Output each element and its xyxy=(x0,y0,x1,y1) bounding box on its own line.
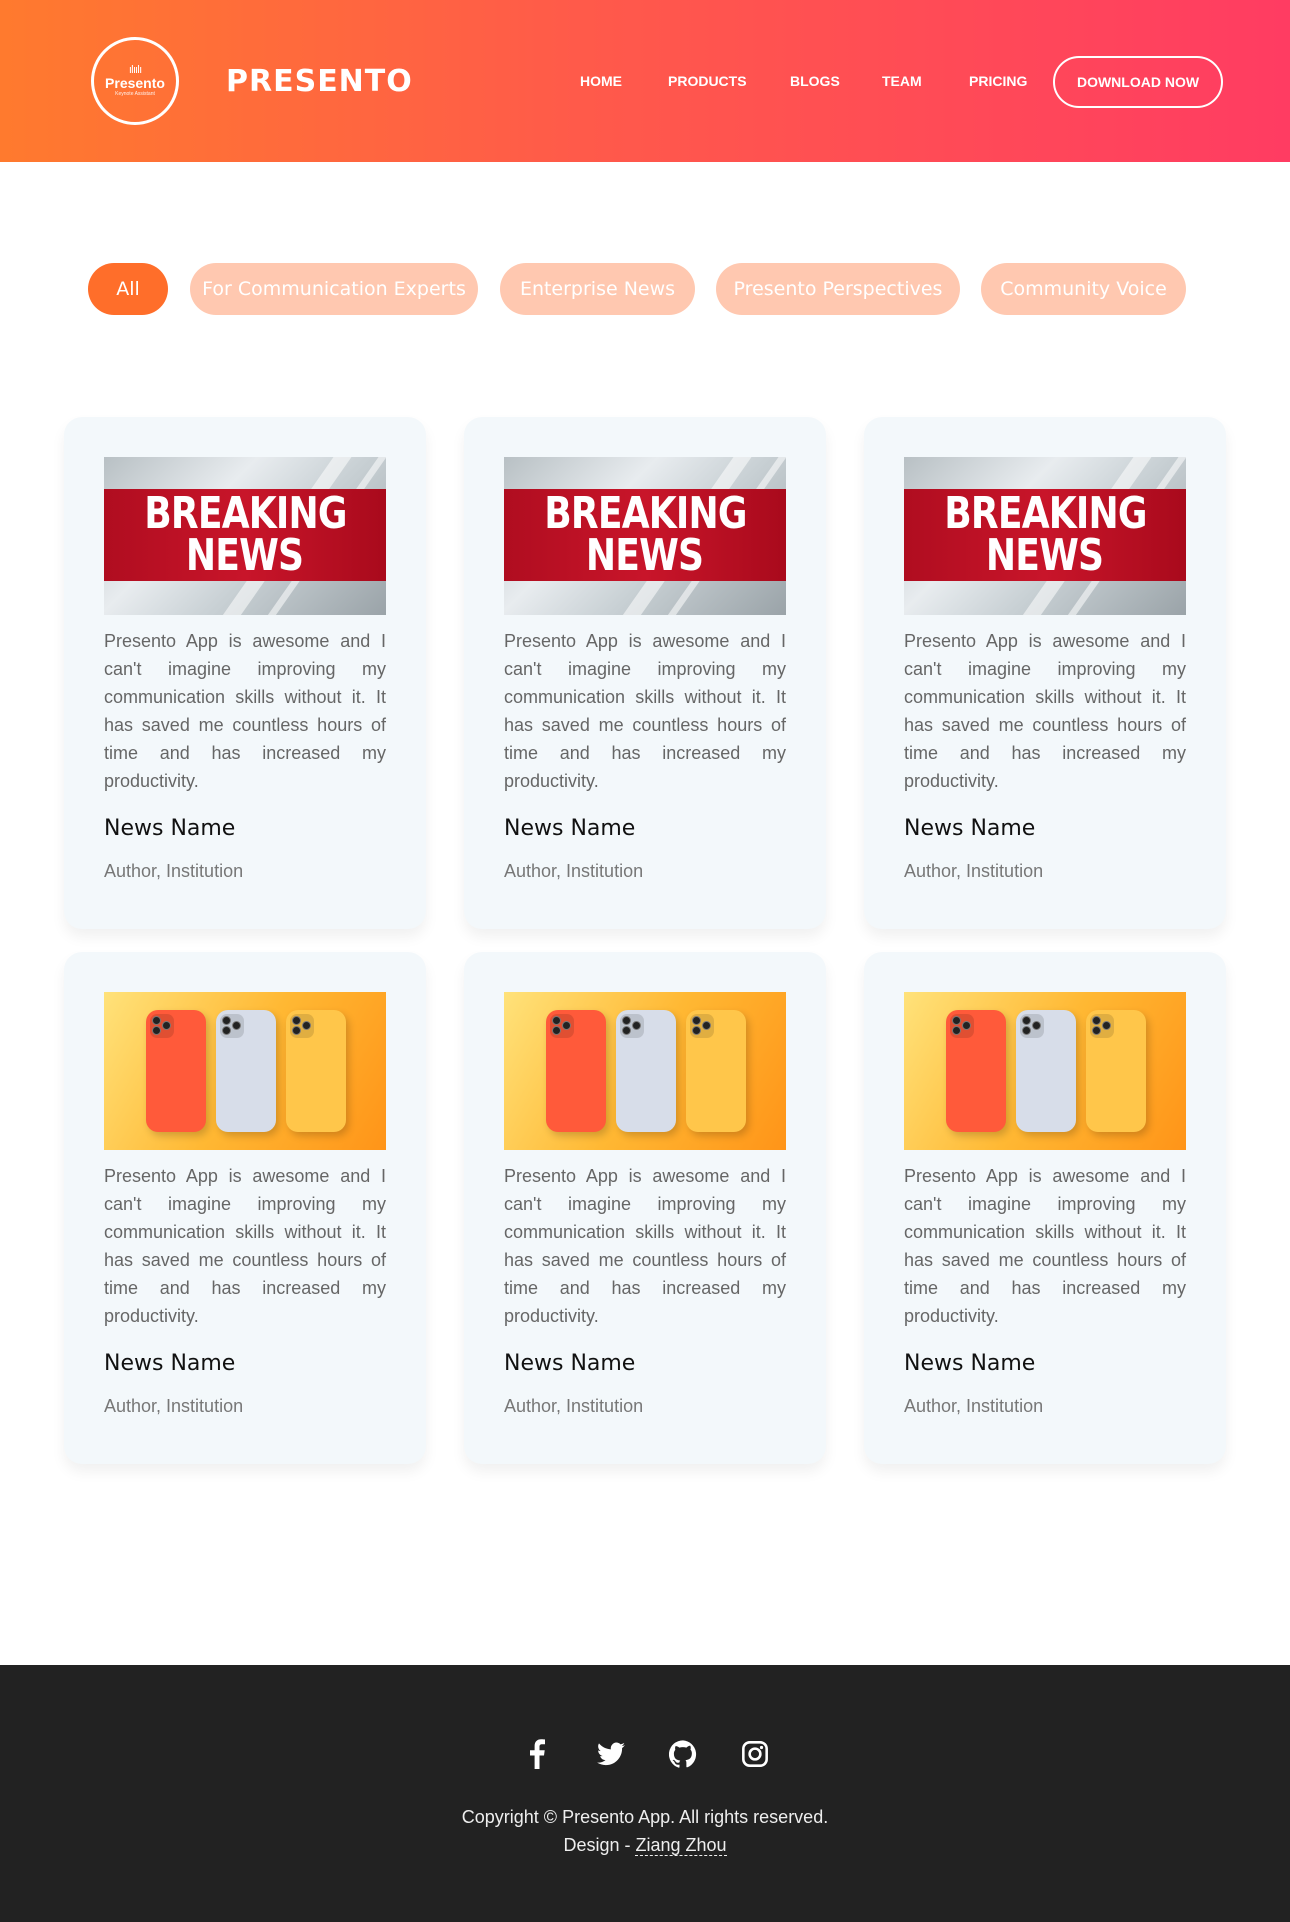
filter-community-voice[interactable]: Community Voice xyxy=(981,263,1186,315)
news-card[interactable]: Presento App is awesome and I can't imag… xyxy=(464,952,826,1464)
filter-all[interactable]: All xyxy=(88,263,168,315)
filter-communication-experts[interactable]: For Communication Experts xyxy=(190,263,478,315)
breaking-news-image: BREAKING NEWS xyxy=(904,457,1186,615)
filter-enterprise-news[interactable]: Enterprise News xyxy=(500,263,695,315)
image-text-line: NEWS xyxy=(186,530,304,581)
card-description: Presento App is awesome and I can't imag… xyxy=(904,1166,1186,1326)
filter-presento-perspectives[interactable]: Presento Perspectives xyxy=(716,263,960,315)
logo-text: Presento xyxy=(105,75,165,91)
card-author: Author, Institution xyxy=(504,861,644,881)
card-title[interactable]: News Name xyxy=(904,815,1035,843)
github-icon[interactable] xyxy=(665,1736,701,1772)
nav-team[interactable]: TEAM xyxy=(882,72,922,90)
design-credit: Design - Ziang Zhou xyxy=(0,1831,1290,1859)
card-description: Presento App is awesome and I can't imag… xyxy=(504,1166,786,1326)
phones-image xyxy=(104,992,386,1150)
card-author: Author, Institution xyxy=(104,861,244,881)
breaking-news-image: BREAKING NEWS xyxy=(504,457,786,615)
card-description: Presento App is awesome and I can't imag… xyxy=(904,631,1186,791)
design-prefix: Design - xyxy=(563,1835,636,1855)
image-text-line: NEWS xyxy=(586,530,704,581)
nav-products[interactable]: PRODUCTS xyxy=(668,72,747,90)
card-title[interactable]: News Name xyxy=(104,815,235,843)
card-title[interactable]: News Name xyxy=(104,1350,235,1378)
card-author: Author, Institution xyxy=(904,1396,1044,1416)
card-author: Author, Institution xyxy=(904,861,1044,881)
nav-blogs[interactable]: BLOGS xyxy=(790,72,840,90)
sound-wave-icon: ılıılı xyxy=(128,63,142,76)
card-title[interactable]: News Name xyxy=(904,1350,1035,1378)
news-card[interactable]: Presento App is awesome and I can't imag… xyxy=(864,952,1226,1464)
download-now-button[interactable]: DOWNLOAD NOW xyxy=(1053,56,1223,108)
logo[interactable]: ılıılı Presento Keynote Assistant xyxy=(91,37,179,125)
logo-subtext: Keynote Assistant xyxy=(115,91,155,97)
nav-pricing[interactable]: PRICING xyxy=(969,72,1027,90)
brand-name[interactable]: PRESENTO xyxy=(226,64,413,100)
twitter-icon[interactable] xyxy=(593,1736,629,1772)
designer-link[interactable]: Ziang Zhou xyxy=(635,1835,727,1856)
site-header: ılıılı Presento Keynote Assistant PRESEN… xyxy=(0,0,1290,162)
image-text-line: NEWS xyxy=(986,530,1104,581)
image-text-line: BREAKING xyxy=(943,488,1147,539)
card-author: Author, Institution xyxy=(104,1396,244,1416)
facebook-icon[interactable] xyxy=(519,1736,555,1772)
news-card[interactable]: BREAKING NEWS Presento App is awesome an… xyxy=(864,417,1226,929)
card-description: Presento App is awesome and I can't imag… xyxy=(504,631,786,791)
news-card[interactable]: BREAKING NEWS Presento App is awesome an… xyxy=(464,417,826,929)
phones-image xyxy=(904,992,1186,1150)
card-author: Author, Institution xyxy=(504,1396,644,1416)
news-card[interactable]: BREAKING NEWS Presento App is awesome an… xyxy=(64,417,426,929)
news-card[interactable]: Presento App is awesome and I can't imag… xyxy=(64,952,426,1464)
image-text-line: BREAKING xyxy=(543,488,747,539)
copyright-text: Copyright © Presento App. All rights res… xyxy=(461,1807,829,1827)
card-description: Presento App is awesome and I can't imag… xyxy=(104,631,386,791)
image-text-line: BREAKING xyxy=(143,488,347,539)
card-title[interactable]: News Name xyxy=(504,1350,635,1378)
nav-home[interactable]: HOME xyxy=(580,72,622,90)
card-title[interactable]: News Name xyxy=(504,815,635,843)
instagram-icon[interactable] xyxy=(737,1736,773,1772)
card-description: Presento App is awesome and I can't imag… xyxy=(104,1166,386,1326)
phones-image xyxy=(504,992,786,1150)
site-footer xyxy=(0,1665,1290,1922)
breaking-news-image: BREAKING NEWS xyxy=(104,457,386,615)
